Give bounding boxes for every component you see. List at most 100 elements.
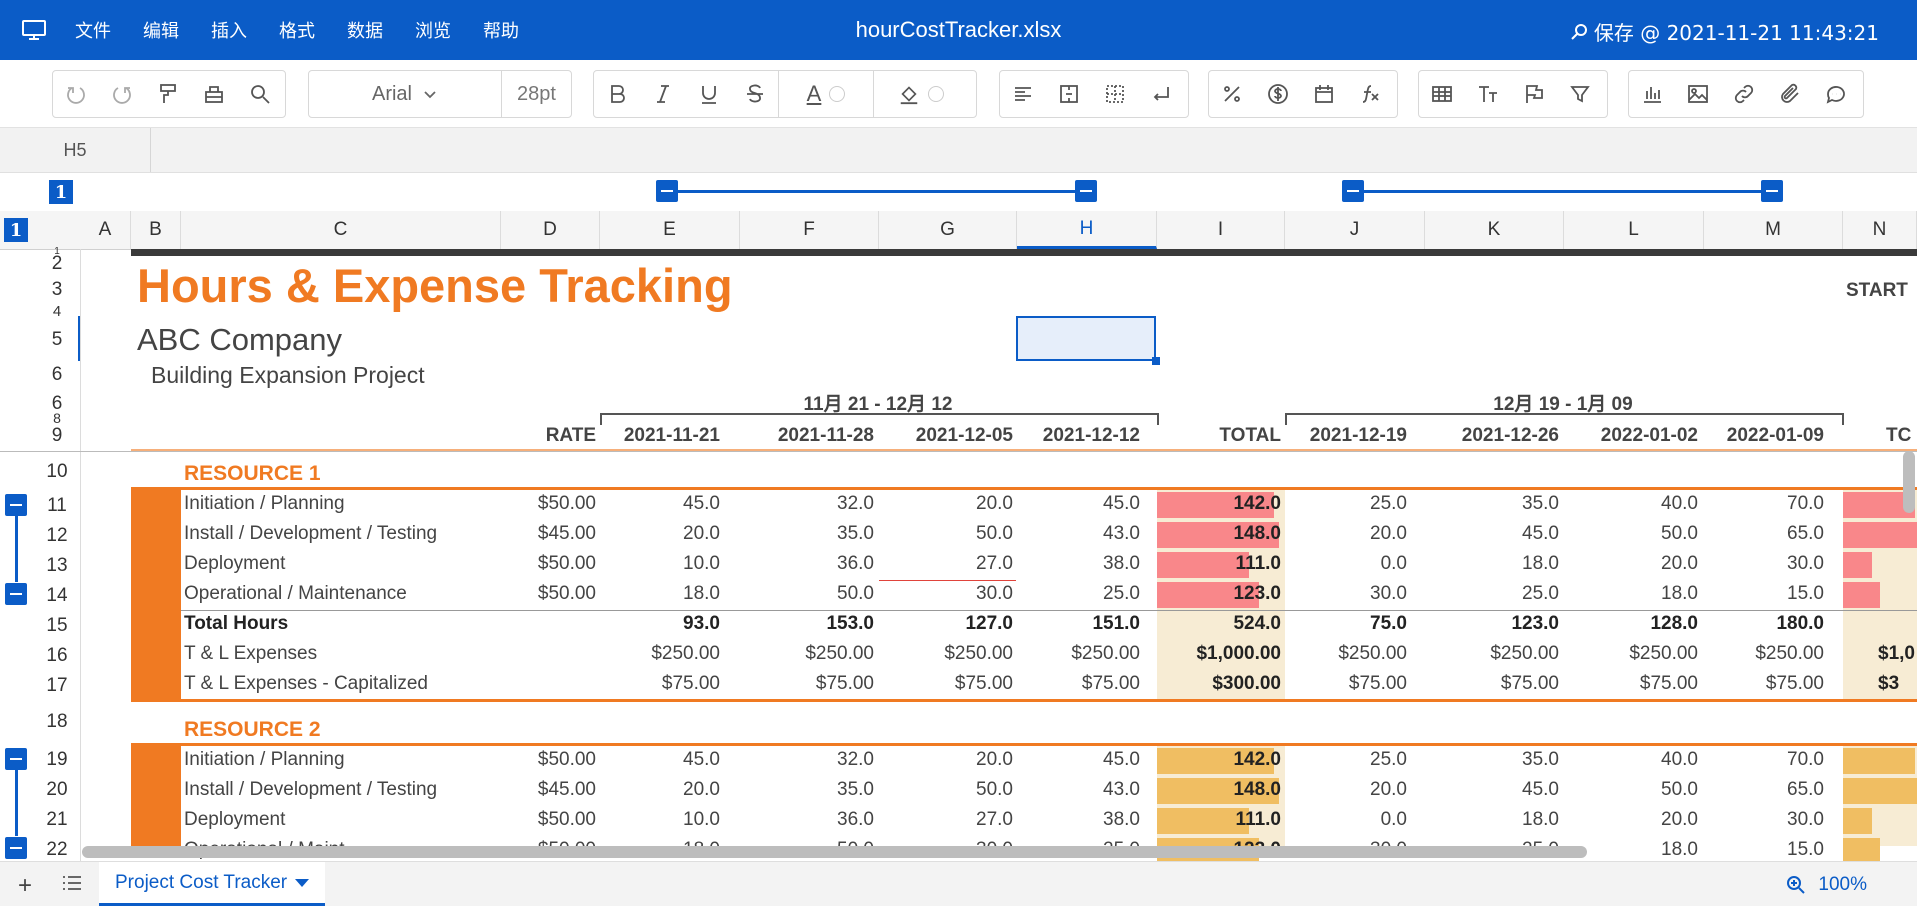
row-header[interactable]: 6 (34, 361, 80, 389)
task-name[interactable]: Deployment (184, 809, 285, 831)
row-header[interactable]: 5 (34, 324, 80, 356)
summary-total-cell[interactable]: 524.0 (1157, 613, 1281, 635)
row-header[interactable]: 19 (34, 746, 80, 774)
rate-cell[interactable]: $45.00 (501, 779, 596, 801)
menu-help[interactable]: 帮助 (483, 17, 519, 43)
row-header[interactable]: 2 (34, 253, 80, 275)
summary-cell[interactable]: 93.0 (600, 613, 720, 635)
wrap-text-button[interactable] (1138, 71, 1184, 117)
column-header[interactable]: L (1564, 211, 1704, 249)
column-header[interactable]: I (1157, 211, 1285, 249)
row-header[interactable]: 11 (34, 492, 80, 520)
row-header[interactable]: 17 (34, 672, 80, 700)
row-header[interactable]: 9 (34, 424, 80, 448)
hours-cell[interactable]: 65.0 (1704, 779, 1824, 801)
hours-cell[interactable]: 38.0 (1017, 809, 1140, 831)
total-hours-cell[interactable]: 123.0 (1157, 583, 1281, 605)
hours-cell[interactable]: 45.0 (1425, 779, 1559, 801)
caret-down-icon[interactable] (295, 878, 310, 887)
column-header[interactable]: K (1425, 211, 1564, 249)
column-header[interactable]: A (80, 211, 131, 249)
hours-cell[interactable]: 25.0 (1285, 749, 1407, 771)
hours-cell[interactable]: 20.0 (1564, 809, 1698, 831)
hours-cell[interactable]: 20.0 (1285, 523, 1407, 545)
summary-total-cell[interactable]: $1,000.00 (1157, 643, 1281, 665)
rate-cell[interactable]: $50.00 (501, 583, 596, 605)
row-header[interactable]: 21 (34, 806, 80, 834)
column-header[interactable]: J (1285, 211, 1425, 249)
hours-cell[interactable]: 0.0 (1285, 809, 1407, 831)
total-hours-cell[interactable]: 148.0 (1157, 779, 1281, 801)
summary-cell[interactable]: $250.00 (1017, 643, 1140, 665)
task-name[interactable]: Initiation / Planning (184, 749, 345, 771)
summary-cell[interactable]: 153.0 (740, 613, 874, 635)
hours-cell[interactable]: 18.0 (1425, 809, 1559, 831)
task-name[interactable]: Install / Development / Testing (184, 779, 437, 801)
rate-cell[interactable]: $50.00 (501, 809, 596, 831)
hours-cell[interactable]: 45.0 (1017, 749, 1140, 771)
hours-cell[interactable]: 25.0 (1017, 583, 1140, 605)
hours-cell[interactable]: 10.0 (600, 809, 720, 831)
zoom-control[interactable]: 100% (1786, 874, 1867, 896)
hours-cell[interactable]: 32.0 (740, 749, 874, 771)
undo-button[interactable] (53, 71, 99, 117)
summary-cell[interactable]: $250.00 (879, 643, 1013, 665)
percent-button[interactable] (1209, 71, 1255, 117)
hours-cell[interactable]: 32.0 (740, 493, 874, 515)
hours-cell[interactable]: 20.0 (600, 779, 720, 801)
hours-cell[interactable]: 0.0 (1285, 553, 1407, 575)
summary-cell[interactable]: $250.00 (1564, 643, 1698, 665)
row-header[interactable]: 8 (34, 410, 80, 426)
hours-cell[interactable]: 50.0 (879, 523, 1013, 545)
column-header[interactable]: F (740, 211, 879, 249)
strikethrough-button[interactable] (732, 71, 778, 117)
hours-cell[interactable]: 45.0 (1425, 523, 1559, 545)
text-color-button[interactable]: A (779, 81, 873, 107)
row-header[interactable]: 22 (34, 836, 80, 864)
rate-cell[interactable]: $50.00 (501, 493, 596, 515)
horizontal-scrollbar[interactable] (82, 846, 1587, 858)
hours-cell[interactable]: 35.0 (1425, 749, 1559, 771)
hours-cell[interactable]: 25.0 (1285, 493, 1407, 515)
font-size-select[interactable]: 28pt (502, 83, 571, 106)
row-header[interactable]: 10 (34, 458, 80, 486)
hours-cell[interactable]: 20.0 (1285, 779, 1407, 801)
hours-cell[interactable]: 35.0 (1425, 493, 1559, 515)
hours-cell[interactable]: 18.0 (1425, 553, 1559, 575)
bold-button[interactable] (594, 71, 640, 117)
summary-cell[interactable]: $250.00 (1425, 643, 1559, 665)
currency-button[interactable] (1255, 71, 1301, 117)
hours-cell[interactable]: 70.0 (1704, 493, 1824, 515)
function-button[interactable] (1347, 71, 1393, 117)
summary-cell[interactable]: 180.0 (1704, 613, 1824, 635)
row-header[interactable]: 12 (34, 522, 80, 550)
hours-cell[interactable]: 15.0 (1704, 839, 1824, 861)
hours-cell[interactable]: 38.0 (1017, 553, 1140, 575)
summary-cell[interactable]: $250.00 (1285, 643, 1407, 665)
conditional-format-button[interactable] (1511, 71, 1557, 117)
chart-button[interactable] (1629, 71, 1675, 117)
add-sheet-icon[interactable]: + (18, 872, 32, 900)
menu-edit[interactable]: 编辑 (143, 17, 179, 43)
underline-button[interactable] (686, 71, 732, 117)
hours-cell[interactable]: 15.0 (1704, 583, 1824, 605)
hours-cell[interactable]: 65.0 (1704, 523, 1824, 545)
summary-cell[interactable]: $250.00 (600, 643, 720, 665)
hours-cell[interactable]: 36.0 (740, 553, 874, 575)
row-header[interactable]: 16 (34, 642, 80, 670)
hours-cell[interactable]: 50.0 (740, 583, 874, 605)
column-header-selected[interactable]: H (1017, 211, 1157, 249)
date-button[interactable] (1301, 71, 1347, 117)
column-header[interactable]: G (879, 211, 1017, 249)
summary-cell[interactable]: $75.00 (1704, 673, 1824, 695)
sheet-list-icon[interactable] (62, 874, 82, 892)
collapse-rows-button[interactable] (5, 837, 27, 859)
borders-button[interactable] (1092, 71, 1138, 117)
text-size-button[interactable] (1465, 71, 1511, 117)
total-hours-cell[interactable]: 148.0 (1157, 523, 1281, 545)
column-header[interactable]: E (600, 211, 740, 249)
hours-cell[interactable]: 20.0 (600, 523, 720, 545)
hours-cell[interactable]: 20.0 (879, 749, 1013, 771)
attachment-button[interactable] (1767, 71, 1813, 117)
hours-cell[interactable]: 10.0 (600, 553, 720, 575)
